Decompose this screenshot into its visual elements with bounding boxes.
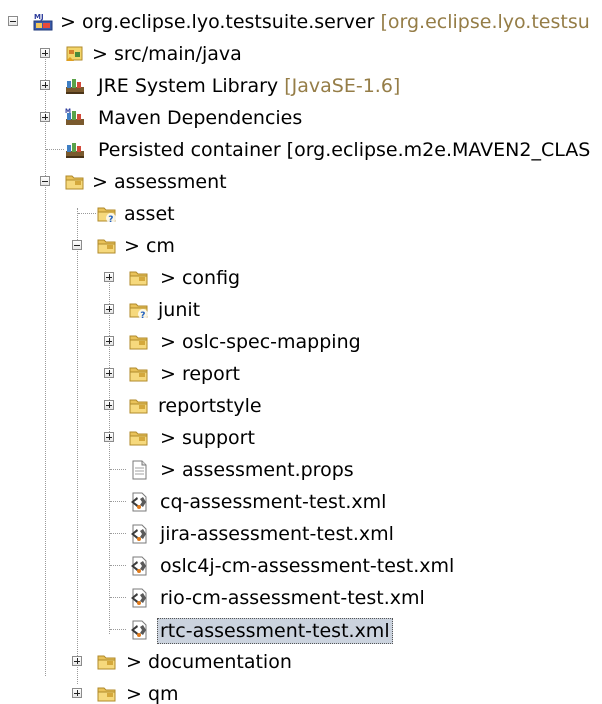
folder-icon xyxy=(128,331,150,353)
tree-item-rtc-assessment-test-xml[interactable]: rtc-assessment-test.xml xyxy=(0,614,602,646)
folder-icon xyxy=(128,427,150,449)
tree-item-maven-dependencies[interactable]: Maven Dependencies xyxy=(0,102,602,134)
expand-toggle[interactable] xyxy=(40,80,50,90)
expand-toggle[interactable] xyxy=(72,688,82,698)
tree-item-report[interactable]: > report xyxy=(0,358,602,390)
folder-icon xyxy=(96,683,118,704)
tree-item-oslc4j-cm-assessment-test-xml[interactable]: oslc4j-cm-assessment-test.xml xyxy=(0,550,602,582)
tree-item-oslc-spec-mapping[interactable]: > oslc-spec-mapping xyxy=(0,326,602,358)
expand-toggle[interactable] xyxy=(104,432,114,442)
tree-item-label: > assessment.props xyxy=(160,459,354,481)
tree-item-label: > assessment xyxy=(92,171,227,193)
expand-toggle[interactable] xyxy=(104,400,114,410)
tree-item-jira-assessment-test-xml[interactable]: jira-assessment-test.xml xyxy=(0,518,602,550)
tree-item-src-main-java[interactable]: > src/main/java xyxy=(0,38,602,70)
tree-item-rio-cm-assessment-test-xml[interactable]: rio-cm-assessment-test.xml xyxy=(0,582,602,614)
tree-item-label: > src/main/java xyxy=(92,43,242,65)
tree-item-assessment-props[interactable]: > assessment.props xyxy=(0,454,602,486)
tree-item-label: oslc4j-cm-assessment-test.xml xyxy=(160,555,455,577)
tree-item-label: reportstyle xyxy=(158,395,262,417)
tree-item-documentation[interactable]: > documentation xyxy=(0,646,602,678)
tree-item-label: JRE System Library [JavaSE-1.6] xyxy=(98,75,401,97)
folder-icon xyxy=(64,171,86,193)
folder-unknown-icon xyxy=(96,203,118,225)
tree-item-cm[interactable]: > cm xyxy=(0,230,602,262)
tree-item-label: rio-cm-assessment-test.xml xyxy=(160,587,425,609)
tree-item-label: asset xyxy=(124,203,175,225)
collapse-toggle[interactable] xyxy=(72,240,82,250)
folder-icon xyxy=(128,363,150,385)
tree-item-support[interactable]: > support xyxy=(0,422,602,454)
expand-toggle[interactable] xyxy=(104,368,114,378)
tree-item-label: Persisted container [org.eclipse.m2e.MAV… xyxy=(98,139,591,161)
maven-java-project-icon xyxy=(32,11,54,33)
tree-item-label: > oslc-spec-mapping xyxy=(160,331,361,353)
folder-icon xyxy=(96,651,118,673)
source-folder-icon xyxy=(64,43,86,65)
tree-item-asset[interactable]: asset xyxy=(0,198,602,230)
folder-icon xyxy=(96,235,118,257)
collapse-toggle[interactable] xyxy=(8,16,18,26)
tree-item-label: Maven Dependencies xyxy=(98,107,303,129)
expand-toggle[interactable] xyxy=(72,656,82,666)
tree-item-project-root[interactable]: > org.eclipse.lyo.testsuite.server [org.… xyxy=(0,6,602,38)
tree-item-label-selected: rtc-assessment-test.xml xyxy=(157,618,393,644)
properties-file-icon xyxy=(128,459,150,481)
xml-file-icon xyxy=(128,491,150,513)
xml-file-icon xyxy=(128,587,150,609)
tree-item-label: cq-assessment-test.xml xyxy=(160,491,387,513)
folder-icon xyxy=(128,267,150,289)
project-explorer-tree: > org.eclipse.lyo.testsuite.server [org.… xyxy=(0,0,602,704)
expand-toggle[interactable] xyxy=(104,336,114,346)
tree-item-label: > cm xyxy=(124,235,175,257)
tree-item-label: > org.eclipse.lyo.testsuite.server [org.… xyxy=(60,11,590,33)
folder-icon xyxy=(128,395,150,417)
expand-toggle[interactable] xyxy=(104,304,114,314)
tree-item-jre-system-library[interactable]: JRE System Library [JavaSE-1.6] xyxy=(0,70,602,102)
expand-toggle[interactable] xyxy=(104,272,114,282)
tree-item-label: > documentation xyxy=(126,651,292,673)
library-icon xyxy=(64,75,86,97)
expand-toggle[interactable] xyxy=(40,112,50,122)
tree-item-label: junit xyxy=(158,299,201,321)
tree-item-assessment[interactable]: > assessment xyxy=(0,166,602,198)
xml-file-icon xyxy=(128,523,150,545)
tree-item-reportstyle[interactable]: reportstyle xyxy=(0,390,602,422)
tree-item-junit[interactable]: junit xyxy=(0,294,602,326)
tree-item-label: jira-assessment-test.xml xyxy=(160,523,394,545)
tree-item-config[interactable]: > config xyxy=(0,262,602,294)
tree-item-persisted-container[interactable]: Persisted container [org.eclipse.m2e.MAV… xyxy=(0,134,602,166)
tree-item-label: > report xyxy=(160,363,240,385)
collapse-toggle[interactable] xyxy=(40,176,50,186)
xml-file-icon xyxy=(128,555,150,577)
folder-unknown-icon xyxy=(128,299,150,321)
expand-toggle[interactable] xyxy=(40,48,50,58)
library-icon xyxy=(64,139,86,161)
tree-item-cq-assessment-test-xml[interactable]: cq-assessment-test.xml xyxy=(0,486,602,518)
xml-file-icon xyxy=(128,619,150,641)
tree-item-qm[interactable]: > qm xyxy=(0,678,602,704)
tree-item-label: > qm xyxy=(126,683,179,704)
tree-item-label: > config xyxy=(160,267,241,289)
tree-item-label: > support xyxy=(160,427,255,449)
maven-library-icon xyxy=(64,107,86,129)
